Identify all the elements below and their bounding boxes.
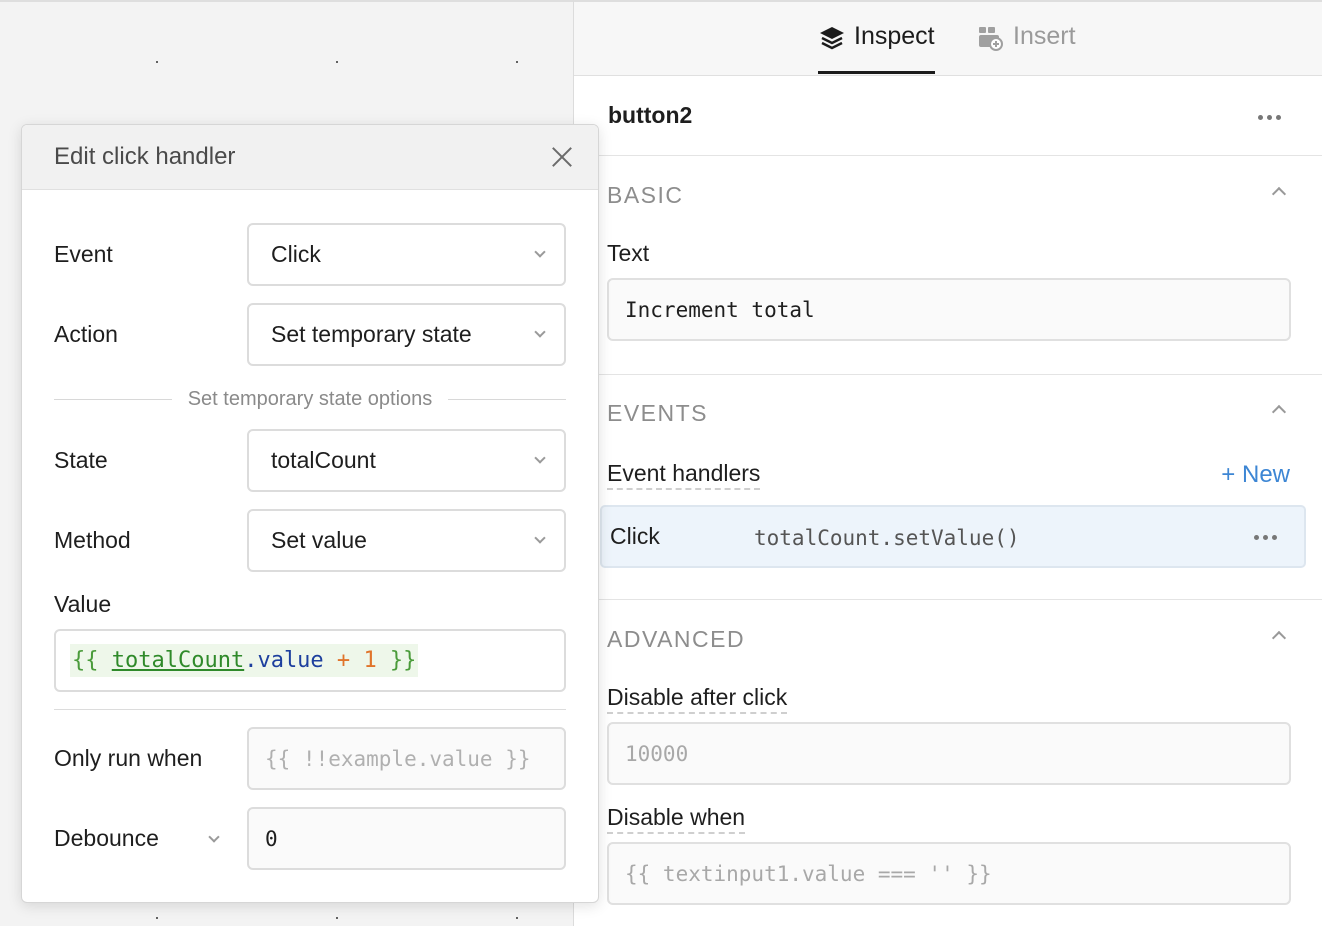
section-divider bbox=[574, 599, 1322, 600]
debounce-value: 0 bbox=[265, 826, 278, 851]
method-select[interactable]: Set value bbox=[247, 509, 566, 572]
method-label: Method bbox=[54, 527, 131, 553]
code-token: + bbox=[323, 648, 364, 673]
grid-dot bbox=[156, 61, 158, 63]
collapse-events-icon[interactable] bbox=[1271, 404, 1287, 420]
text-input-value: Increment total bbox=[625, 297, 815, 322]
event-handler-row[interactable]: Click totalCount.setValue() bbox=[600, 505, 1306, 568]
dialog-header: Edit click handler bbox=[22, 125, 598, 190]
code-token: }} bbox=[376, 648, 417, 673]
section-title-events[interactable]: EVENTS bbox=[607, 400, 708, 427]
grid-dot bbox=[336, 917, 338, 919]
options-divider-label: Set temporary state options bbox=[187, 388, 433, 410]
event-label: Event bbox=[54, 241, 113, 267]
value-code: {{ totalCount.value + 1 }} bbox=[70, 644, 419, 677]
disable-when-input[interactable]: {{ textinput1.value === '' }} bbox=[607, 842, 1291, 905]
handler-action: totalCount.setValue() bbox=[754, 526, 1020, 550]
options-divider: Set temporary state options bbox=[54, 388, 567, 411]
value-code-input[interactable]: {{ totalCount.value + 1 }} bbox=[54, 629, 566, 692]
code-token: totalCount bbox=[111, 648, 245, 673]
collapse-basic-icon[interactable] bbox=[1271, 186, 1287, 202]
disable-when-label-wrap: Disable when bbox=[607, 804, 746, 834]
text-input[interactable]: Increment total bbox=[607, 278, 1291, 341]
state-select[interactable]: totalCount bbox=[247, 429, 566, 492]
debounce-label[interactable]: Debounce bbox=[54, 825, 159, 852]
chevron-down-icon bbox=[534, 532, 546, 544]
inspector-tabbar: Inspect Insert bbox=[574, 2, 1322, 76]
tab-inspect-label: Inspect bbox=[854, 22, 935, 50]
text-field-label: Text bbox=[607, 240, 650, 266]
grid-dot bbox=[516, 61, 518, 63]
action-select-value: Set temporary state bbox=[271, 321, 472, 347]
grid-dot bbox=[336, 61, 338, 63]
tab-insert-label: Insert bbox=[1013, 22, 1076, 50]
debounce-input[interactable]: 0 bbox=[247, 807, 566, 870]
section-title-basic[interactable]: BASIC bbox=[607, 182, 684, 209]
tab-insert[interactable]: Insert bbox=[977, 22, 1076, 74]
action-select[interactable]: Set temporary state bbox=[247, 303, 566, 366]
method-select-value: Set value bbox=[271, 527, 367, 553]
event-handlers-label-wrap: Event handlers bbox=[607, 460, 761, 490]
disable-after-click-label: Disable after click bbox=[607, 684, 788, 714]
edit-click-handler-dialog: Edit click handler Event Click Action Se… bbox=[21, 124, 599, 903]
state-select-value: totalCount bbox=[271, 447, 376, 473]
debounce-chevron-down-icon[interactable] bbox=[208, 831, 220, 843]
component-header: button2 bbox=[574, 76, 1322, 156]
chevron-down-icon bbox=[534, 452, 546, 464]
code-token: 1 bbox=[363, 648, 377, 673]
handler-event: Click bbox=[610, 523, 660, 549]
disable-when-placeholder: {{ textinput1.value === '' }} bbox=[625, 861, 992, 886]
event-select-value: Click bbox=[271, 241, 321, 267]
value-label: Value bbox=[54, 591, 112, 617]
dialog-title: Edit click handler bbox=[54, 143, 236, 170]
code-token: .value bbox=[244, 648, 324, 673]
state-label: State bbox=[54, 447, 108, 473]
chevron-down-icon bbox=[534, 246, 546, 258]
code-token: {{ bbox=[72, 648, 112, 673]
component-name[interactable]: button2 bbox=[608, 102, 692, 129]
grid-dot bbox=[516, 917, 518, 919]
disable-after-click-label-wrap: Disable after click bbox=[607, 684, 788, 714]
tab-inspect[interactable]: Inspect bbox=[818, 22, 935, 74]
layers-icon bbox=[820, 27, 844, 50]
inspector-panel: Inspect Insert button2 BASIC Text Increm… bbox=[573, 0, 1322, 926]
event-select[interactable]: Click bbox=[247, 223, 566, 286]
collapse-advanced-icon[interactable] bbox=[1271, 630, 1287, 646]
disable-when-label: Disable when bbox=[607, 804, 746, 834]
close-icon[interactable] bbox=[548, 143, 576, 171]
insert-component-icon bbox=[979, 27, 1003, 51]
new-event-handler-link[interactable]: + New bbox=[1221, 461, 1290, 489]
section-divider bbox=[574, 374, 1322, 375]
section-title-advanced[interactable]: ADVANCED bbox=[607, 626, 745, 653]
only-run-when-input[interactable]: {{ !!example.value }} bbox=[247, 727, 566, 790]
grid-dot bbox=[156, 917, 158, 919]
more-options-icon[interactable] bbox=[1258, 115, 1281, 120]
disable-after-click-placeholder: 10000 bbox=[625, 741, 689, 766]
event-handlers-label: Event handlers bbox=[607, 460, 761, 490]
action-label: Action bbox=[54, 321, 118, 347]
disable-after-click-input[interactable]: 10000 bbox=[607, 722, 1291, 785]
handler-more-icon[interactable] bbox=[1254, 535, 1277, 540]
dialog-separator bbox=[54, 709, 566, 710]
only-run-when-placeholder: {{ !!example.value }} bbox=[265, 746, 531, 771]
chevron-down-icon bbox=[534, 326, 546, 338]
only-run-when-label: Only run when bbox=[54, 745, 203, 771]
